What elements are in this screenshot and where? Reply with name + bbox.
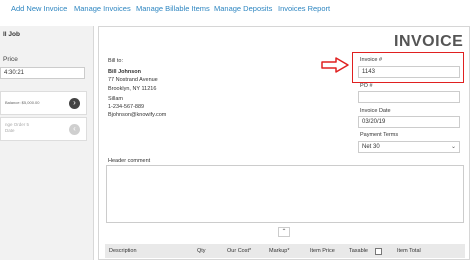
payment-terms-select[interactable]: Net 30 ⌄ bbox=[358, 141, 460, 153]
sidebar-card-change-order-text: nge Order 5 Date bbox=[5, 122, 30, 133]
chevron-left-icon[interactable]: ‹ bbox=[69, 124, 80, 135]
nav-add-new-invoice[interactable]: Add New Invoice bbox=[11, 4, 67, 13]
sidebar-price-label: Price bbox=[3, 56, 18, 63]
th-our-cost: Our Cost* bbox=[227, 248, 252, 254]
invoice-date-input[interactable]: 03/20/19 bbox=[358, 116, 460, 128]
payment-terms-value: Net 30 bbox=[362, 144, 380, 150]
nav-manage-billable-items[interactable]: Manage Billable Items bbox=[136, 4, 210, 13]
sidebar-card-balance: Balance: $5,000.00 bbox=[5, 100, 40, 105]
contact-phone: 1-234-567-889 bbox=[108, 104, 145, 110]
th-description: Description bbox=[109, 248, 137, 254]
invoice-date-label: Invoice Date bbox=[360, 108, 391, 114]
payment-terms-label: Payment Terms bbox=[360, 132, 399, 138]
th-qty: Qty bbox=[197, 248, 206, 254]
nav-manage-deposits[interactable]: Manage Deposits bbox=[214, 4, 272, 13]
chevron-right-icon[interactable]: › bbox=[69, 98, 80, 109]
sidebar: ll Job Price 4:30:21 Balance: $5,000.00 … bbox=[0, 26, 94, 260]
po-label: PO # bbox=[360, 83, 373, 89]
contact-email: Bjohnson@knowify.com bbox=[108, 112, 167, 118]
taxable-all-checkbox[interactable] bbox=[375, 248, 382, 255]
th-item-total: Item Total bbox=[397, 248, 421, 254]
sidebar-time-field[interactable]: 4:30:21 bbox=[0, 67, 85, 79]
invoice-number-input[interactable]: 1143 bbox=[358, 66, 460, 78]
bill-to-name: Bill Johnson bbox=[108, 69, 141, 75]
nav-manage-invoices[interactable]: Manage Invoices bbox=[74, 4, 131, 13]
th-markup: Markup* bbox=[269, 248, 290, 254]
chevron-down-icon: ⌄ bbox=[450, 144, 456, 150]
header-comment-textarea[interactable] bbox=[106, 165, 464, 223]
sidebar-title: ll Job bbox=[3, 31, 20, 38]
nav-invoices-report[interactable]: Invoices Report bbox=[278, 4, 330, 13]
bill-to-city: Brooklyn, NY 11216 bbox=[108, 86, 157, 92]
line-items-table-header: Description Qty Our Cost* Markup* Item P… bbox=[105, 244, 465, 258]
arrow-right-icon bbox=[321, 57, 349, 73]
chevron-up-icon[interactable]: ⌃ bbox=[278, 227, 290, 237]
sidebar-card-job[interactable]: Balance: $5,000.00 › bbox=[0, 91, 87, 115]
top-nav: Add New Invoice Manage Invoices Manage B… bbox=[0, 0, 474, 20]
th-taxable: Taxable bbox=[349, 248, 368, 254]
bill-to-label: Bill to: bbox=[108, 58, 123, 64]
invoice-number-label: Invoice # bbox=[360, 57, 383, 63]
invoice-title: INVOICE bbox=[394, 33, 464, 50]
po-input[interactable] bbox=[358, 91, 460, 103]
sidebar-card-change-order[interactable]: nge Order 5 Date ‹ bbox=[0, 117, 87, 141]
contact-name: Sillam bbox=[108, 96, 123, 102]
header-comment-label: Header comment bbox=[108, 158, 151, 164]
bill-to-street: 77 Nostrand Avenue bbox=[108, 77, 158, 83]
th-item-price: Item Price bbox=[310, 248, 335, 254]
